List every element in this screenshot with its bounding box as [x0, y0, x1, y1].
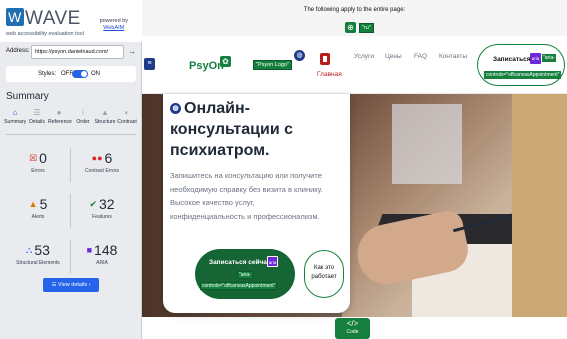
appointment-label: Записаться: [493, 56, 531, 63]
nav-prices[interactable]: Цены: [385, 53, 402, 60]
page-annotation-text: The following apply to the entire page:: [303, 7, 406, 13]
stat-divider: [70, 194, 71, 228]
wave-tabs: ⌂ Summary ☰ Details ● Reference ⁝ Order ▲ Str…: [4, 107, 138, 131]
structure-annotation-icon[interactable]: ≡: [144, 58, 155, 70]
contrast-icon: ◐: [124, 108, 130, 117]
wave-header: W WAVE web accessibility evaluation tool …: [0, 0, 142, 42]
tab-order[interactable]: ⁝ Order: [72, 107, 94, 125]
aria-icon: aria: [267, 256, 278, 267]
aria-icon: aria: [530, 53, 541, 64]
tab-reference[interactable]: ● Reference: [48, 107, 72, 125]
code-label: Code: [346, 329, 359, 335]
tab-structure[interactable]: ▲ Structure: [94, 107, 116, 125]
wave-logo-icon: W: [6, 8, 24, 26]
address-input[interactable]: https://psyon.danielnaud.com/: [31, 45, 124, 59]
logo-alt-icon[interactable]: ✿: [220, 56, 231, 67]
aria-label: "aria-: [542, 54, 556, 62]
hero-title: ◍ Онлайн-консультации с психиатром.: [170, 100, 293, 159]
structure-icon: ⛬: [26, 245, 33, 255]
styles-label: Styles:: [38, 71, 57, 77]
logo-alt-label: "Psyon Logo": [253, 60, 292, 70]
stat-contrast-errors[interactable]: ●● 6 Contrast Errors: [72, 150, 132, 174]
appointment-now-label: Записаться сейчас: [209, 259, 271, 266]
tab-contrast[interactable]: ◐ Contrast: [116, 107, 138, 125]
hero-description: Запишитесь на консультацию или получите …: [170, 171, 323, 221]
appointment-button-hero[interactable]: Записаться сейчас aria "aria- controls="…: [195, 249, 295, 299]
order-icon: ⁝: [81, 108, 85, 117]
info-icon: ●: [56, 108, 62, 117]
stat-divider: [70, 148, 71, 182]
aria-controls-label: controls="offcanvasAppointment": [200, 282, 278, 290]
hero-photo-hair: [512, 94, 567, 317]
structure-icon: ▲: [101, 108, 109, 117]
contrast-error-icon: ●●: [91, 153, 103, 163]
alert-icon: ▲: [28, 199, 38, 209]
feature-icon: ✔: [89, 199, 97, 209]
wave-tagline: web accessibility evaluation tool: [6, 31, 84, 37]
lang-label: "ru": [359, 22, 374, 33]
site-navbar: ≡ PsyOn ✿ "Psyon Logo" ◍ Главная Услуги …: [142, 36, 567, 94]
language-icon[interactable]: ⊕: [345, 22, 356, 34]
styles-toggle-row: Styles: OFF ON: [6, 66, 136, 82]
page-lang-annotation: ⊕ "ru": [345, 19, 374, 34]
nav-services[interactable]: Услуги: [354, 53, 374, 60]
stat-alerts[interactable]: ▲ 5 Alerts: [8, 196, 68, 220]
stat-structural[interactable]: ⛬ 53 Structural Elements: [8, 242, 68, 266]
nav-faq[interactable]: FAQ: [414, 53, 427, 60]
home-error-icon[interactable]: [320, 53, 330, 65]
tab-summary[interactable]: ⌂ Summary: [4, 107, 26, 125]
brand-name[interactable]: PsyOn: [189, 60, 224, 72]
styles-toggle[interactable]: [72, 70, 88, 78]
nav-home[interactable]: Главная: [317, 71, 342, 78]
appointment-button-top[interactable]: Записаться aria "aria- controls="offcanv…: [477, 44, 565, 86]
stat-divider: [70, 240, 71, 274]
tab-details[interactable]: ☰ Details: [26, 107, 48, 125]
wave-logo: W WAVE: [6, 8, 81, 30]
list-icon: ☰: [33, 108, 41, 117]
address-label: Address:: [6, 48, 30, 54]
styles-on-label: ON: [91, 71, 100, 77]
page-annotation-bar: The following apply to the entire page: …: [142, 0, 567, 36]
aria-icon: ■: [86, 245, 93, 255]
code-icon: </>: [346, 319, 359, 328]
home-icon: ⌂: [12, 108, 18, 117]
address-row: Address: https://psyon.danielnaud.com/ →: [0, 45, 142, 60]
tab-divider: [6, 134, 136, 135]
webaim-link[interactable]: WebAIM: [103, 25, 124, 31]
wave-sidebar: W WAVE web accessibility evaluation tool …: [0, 0, 142, 339]
nav-contacts[interactable]: Контакты: [439, 53, 467, 60]
stat-aria[interactable]: ■ 148 ARIA: [72, 242, 132, 266]
go-arrow-icon[interactable]: →: [128, 47, 136, 56]
aria-controls-label: controls="offcanvasAppointment": [484, 71, 562, 79]
how-it-works-button[interactable]: Как это работает: [304, 250, 344, 298]
view-details-button[interactable]: ☰ View details ›: [43, 278, 99, 292]
powered-by: powered by WebAIM: [99, 18, 128, 31]
region-icon[interactable]: ◍: [294, 50, 305, 61]
hero-card: ◍ Онлайн-консультации с психиатром. Запиш…: [163, 94, 350, 313]
stat-errors[interactable]: ☒ 0 Errors: [8, 150, 68, 174]
error-icon: ☒: [29, 153, 38, 163]
stat-features[interactable]: ✔ 32 Features: [72, 196, 132, 220]
summary-title: Summary: [6, 91, 49, 102]
aria-label: "aria-: [237, 271, 253, 279]
hero-photo-window: [392, 104, 462, 184]
code-toggle-button[interactable]: </> Code: [335, 318, 370, 339]
heading-icon: ◍: [170, 103, 181, 114]
